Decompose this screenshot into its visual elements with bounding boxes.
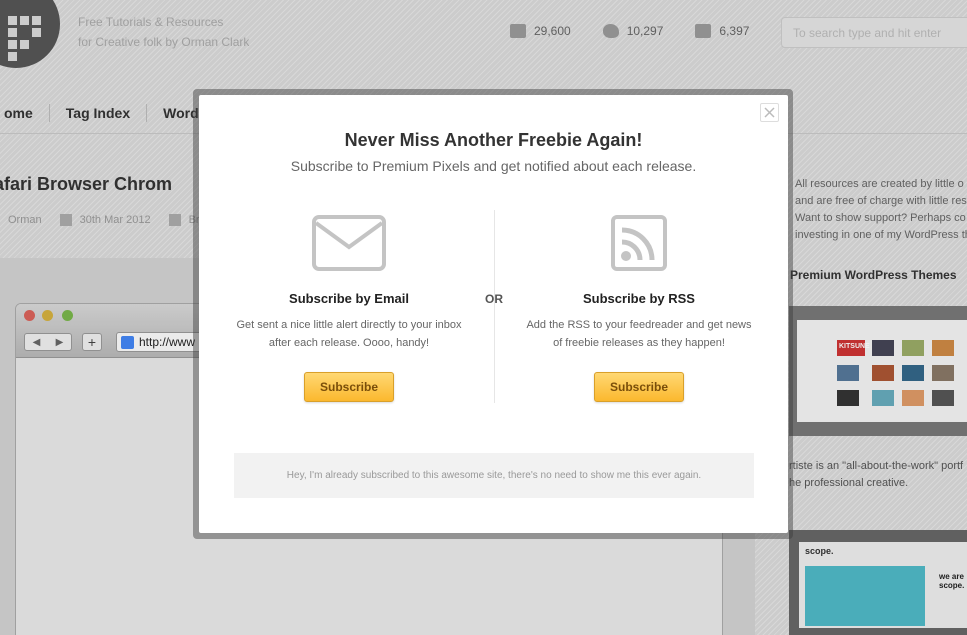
modal-title: Never Miss Another Freebie Again! — [344, 130, 643, 150]
email-description: Get sent a nice little alert directly to… — [219, 316, 479, 352]
email-desc-line-2: after each release. Oooo, handy! — [268, 337, 430, 349]
envelope-icon — [312, 215, 386, 271]
rss-heading: Subscribe by RSS — [583, 291, 695, 306]
subscribe-rss-button[interactable]: Subscribe — [594, 372, 684, 402]
or-label: OR — [485, 292, 503, 306]
modal-subtitle: Subscribe to Premium Pixels and get noti… — [290, 158, 697, 174]
close-icon — [764, 107, 775, 118]
rss-feed-icon — [611, 215, 667, 271]
email-desc-line-1: Get sent a nice little alert directly to… — [236, 319, 462, 331]
dismiss-link[interactable]: Hey, I'm already subscribed to this awes… — [234, 453, 754, 498]
email-heading: Subscribe by Email — [289, 291, 409, 306]
rss-desc-line-2: of freebie releases as they happen! — [553, 337, 725, 349]
rss-description: Add the RSS to your feedreader and get n… — [509, 316, 769, 352]
rss-desc-line-1: Add the RSS to your feedreader and get n… — [526, 319, 752, 331]
column-divider — [494, 210, 495, 403]
close-button[interactable] — [760, 103, 779, 122]
subscribe-modal: Never Miss Another Freebie Again! Subscr… — [199, 95, 788, 533]
subscribe-email-button[interactable]: Subscribe — [304, 372, 394, 402]
rss-column: Subscribe by RSS Add the RSS to your fee… — [509, 215, 769, 402]
email-column: Subscribe by Email Get sent a nice littl… — [219, 215, 479, 402]
